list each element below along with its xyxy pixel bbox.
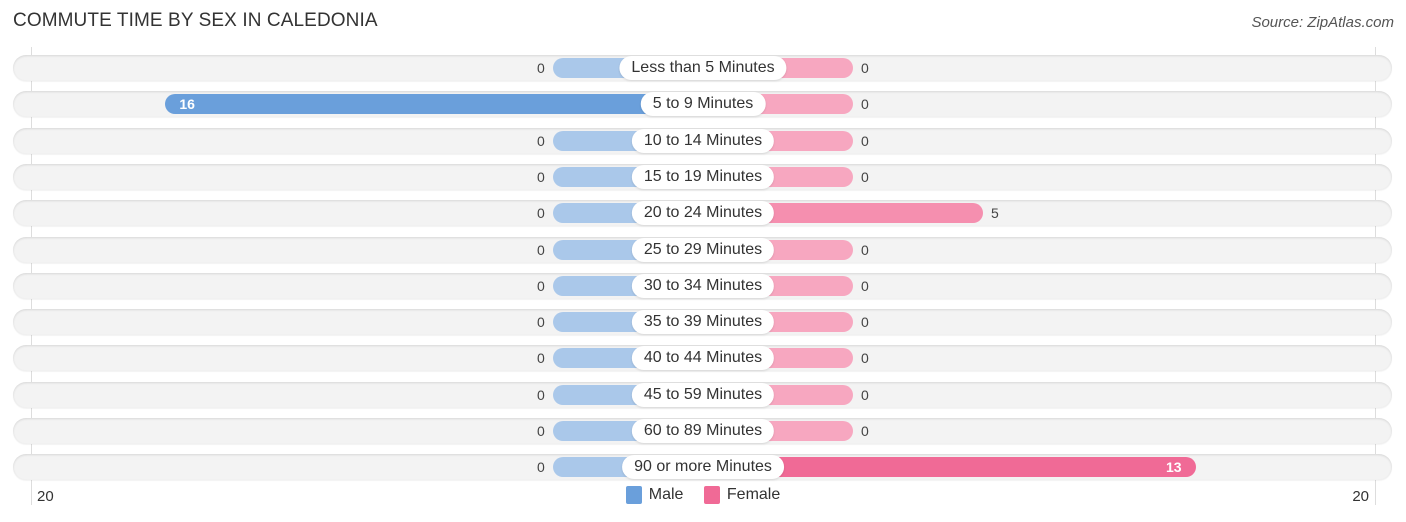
female-value-label: 0	[861, 278, 869, 294]
male-value-label: 0	[537, 314, 545, 330]
category-label: 30 to 34 Minutes	[631, 274, 775, 298]
male-value-label: 0	[537, 133, 545, 149]
legend-label-male: Male	[648, 486, 684, 503]
female-value-label: 0	[861, 314, 869, 330]
chart-title: COMMUTE TIME BY SEX IN CALEDONIA	[13, 10, 378, 31]
female-value-label: 0	[861, 350, 869, 366]
male-bar[interactable]	[165, 94, 703, 114]
category-label: 5 to 9 Minutes	[640, 92, 766, 116]
female-value-label: 0	[861, 133, 869, 149]
male-value-label: 0	[537, 387, 545, 403]
category-label: 60 to 89 Minutes	[631, 419, 775, 443]
male-value-label: 0	[537, 242, 545, 258]
female-value-label: 0	[861, 387, 869, 403]
male-value-label: 0	[537, 205, 545, 221]
legend-item-male[interactable]: Male	[625, 486, 684, 504]
male-value-label: 0	[537, 350, 545, 366]
female-value-label: 0	[861, 60, 869, 76]
female-swatch-icon	[703, 486, 720, 504]
male-value-label: 0	[537, 60, 545, 76]
category-label: 45 to 59 Minutes	[631, 383, 775, 407]
female-value-label: 0	[861, 423, 869, 439]
male-swatch-icon	[625, 486, 642, 504]
male-value-label: 16	[179, 96, 195, 112]
category-label: 35 to 39 Minutes	[631, 310, 775, 334]
female-value-label: 0	[861, 242, 869, 258]
category-label: 20 to 24 Minutes	[631, 201, 775, 225]
female-value-label: 5	[991, 205, 999, 221]
legend: Male Female	[0, 486, 1406, 509]
category-label: 25 to 29 Minutes	[631, 238, 775, 262]
category-label: 90 or more Minutes	[622, 455, 784, 479]
female-value-label: 13	[1166, 459, 1182, 475]
male-value-label: 0	[537, 278, 545, 294]
female-value-label: 0	[861, 96, 869, 112]
category-label: 10 to 14 Minutes	[631, 129, 775, 153]
female-value-label: 0	[861, 169, 869, 185]
category-label: 15 to 19 Minutes	[631, 165, 775, 189]
male-value-label: 0	[537, 423, 545, 439]
legend-label-female: Female	[726, 486, 781, 503]
legend-item-female[interactable]: Female	[703, 486, 781, 504]
male-value-label: 0	[537, 459, 545, 475]
source-credit: Source: ZipAtlas.com	[1251, 14, 1394, 31]
category-label: 40 to 44 Minutes	[631, 346, 775, 370]
category-label: Less than 5 Minutes	[619, 56, 787, 80]
male-value-label: 0	[537, 169, 545, 185]
